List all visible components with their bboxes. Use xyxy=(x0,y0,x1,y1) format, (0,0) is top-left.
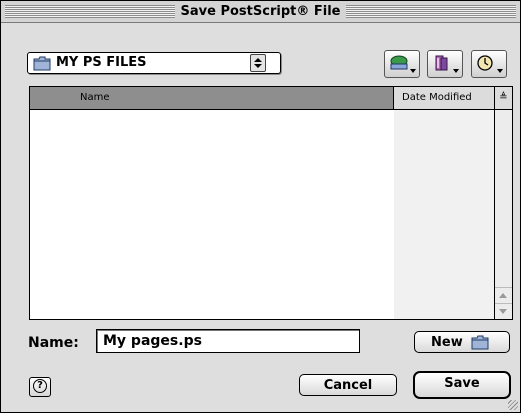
new-folder-button[interactable]: New xyxy=(414,331,510,353)
scroll-up-arrow[interactable] xyxy=(495,287,512,303)
file-list-header: Name Date Modified ≜ xyxy=(30,87,512,110)
chevron-down-icon xyxy=(453,69,459,73)
volume-shortcut-button[interactable] xyxy=(384,50,420,78)
column-header-name[interactable]: Name xyxy=(30,87,394,109)
file-list[interactable]: Name Date Modified ≜ xyxy=(29,86,513,320)
sort-order-icon[interactable]: ≜ xyxy=(495,87,512,109)
folder-popup-label: MY PS FILES xyxy=(56,55,147,70)
recent-clock-icon xyxy=(477,55,493,71)
title-bar[interactable]: Save PostScript® File xyxy=(1,1,520,23)
filename-input[interactable] xyxy=(96,329,360,353)
help-button[interactable]: ? xyxy=(29,377,51,397)
save-dialog: Save PostScript® File MY PS FILES Name D… xyxy=(0,0,521,413)
arrow-down-icon xyxy=(499,309,507,314)
new-folder-button-label: New xyxy=(431,335,463,350)
resize-grip-icon[interactable] xyxy=(508,400,518,410)
save-button[interactable]: Save xyxy=(413,371,511,399)
column-header-name-label: Name xyxy=(80,92,110,103)
new-folder-icon xyxy=(471,335,489,350)
recent-items-button[interactable] xyxy=(471,50,507,78)
cancel-button[interactable]: Cancel xyxy=(299,374,397,396)
column-header-date-label: Date Modified xyxy=(402,92,472,103)
popup-arrows-icon xyxy=(250,54,266,72)
name-label: Name: xyxy=(28,335,79,351)
folder-popup[interactable]: MY PS FILES xyxy=(27,52,281,74)
favorites-button[interactable] xyxy=(427,50,463,78)
volume-icon xyxy=(390,55,408,70)
favorites-icon xyxy=(435,55,448,71)
column-header-date-modified[interactable]: Date Modified xyxy=(394,87,495,109)
date-column-body xyxy=(394,110,495,319)
folder-icon xyxy=(33,56,51,71)
chevron-down-icon xyxy=(410,69,416,73)
window-title: Save PostScript® File xyxy=(174,3,347,20)
vertical-scrollbar[interactable] xyxy=(495,110,512,319)
help-icon: ? xyxy=(33,379,47,393)
chevron-down-icon xyxy=(497,69,503,73)
arrow-up-icon xyxy=(499,293,507,298)
scroll-down-arrow[interactable] xyxy=(495,303,512,319)
